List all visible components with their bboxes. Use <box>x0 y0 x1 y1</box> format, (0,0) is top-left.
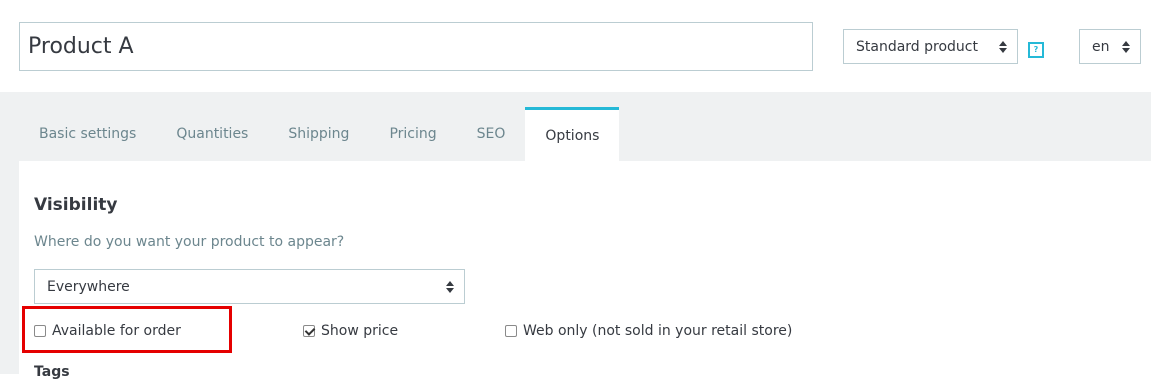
help-icon[interactable]: ? <box>1028 42 1044 58</box>
show-price-option[interactable]: Show price <box>303 320 398 342</box>
tab-quantities[interactable]: Quantities <box>156 107 268 161</box>
tab-options[interactable]: Options <box>525 107 620 161</box>
highlight-annotation <box>22 306 232 353</box>
select-arrows-icon <box>1122 40 1130 53</box>
product-tabs: Basic settings Quantities Shipping Prici… <box>19 107 620 161</box>
web-only-checkbox[interactable] <box>505 325 517 337</box>
language-value: en <box>1092 38 1110 55</box>
show-price-checkbox[interactable] <box>303 325 315 337</box>
language-select[interactable]: en <box>1079 29 1141 64</box>
product-name-input[interactable]: Product A <box>19 22 813 71</box>
tab-shipping[interactable]: Shipping <box>268 107 369 161</box>
tab-seo[interactable]: SEO <box>457 107 526 161</box>
select-arrows-icon <box>999 40 1007 53</box>
show-price-label: Show price <box>321 323 399 339</box>
tags-label: Tags <box>34 364 70 380</box>
visibility-select[interactable]: Everywhere <box>34 269 465 304</box>
visibility-title: Visibility <box>34 195 118 215</box>
web-only-option[interactable]: Web only (not sold in your retail store) <box>505 320 792 342</box>
visibility-question: Where do you want your product to appear… <box>34 234 345 250</box>
tab-basic-settings[interactable]: Basic settings <box>19 107 156 161</box>
web-only-label: Web only (not sold in your retail store) <box>523 323 793 339</box>
tab-pricing[interactable]: Pricing <box>369 107 456 161</box>
product-type-value: Standard product <box>856 38 978 55</box>
select-arrows-icon <box>446 280 454 293</box>
product-type-select[interactable]: Standard product <box>843 29 1018 64</box>
visibility-value: Everywhere <box>47 278 130 295</box>
